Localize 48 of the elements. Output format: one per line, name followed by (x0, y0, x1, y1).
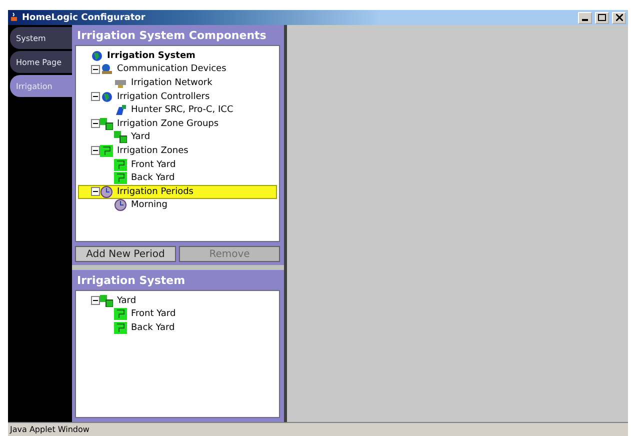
tree-item[interactable]: Irrigation System (78, 49, 277, 63)
zone-icon (114, 172, 127, 184)
tree-item[interactable]: Yard (78, 294, 277, 308)
coffee-cup-icon (10, 12, 19, 23)
tree-item[interactable]: Irrigation Controllers (78, 90, 277, 104)
tree-item[interactable]: Front Yard (78, 158, 277, 172)
globe-icon (100, 90, 113, 103)
maximize-button[interactable] (595, 12, 609, 24)
tree-item[interactable]: Front Yard (78, 308, 277, 322)
collapse-icon[interactable] (91, 146, 100, 156)
tree-item[interactable]: Back Yard (78, 321, 277, 335)
controller-icon (114, 104, 127, 116)
tree-item[interactable]: Back Yard (78, 171, 277, 185)
clock-icon (114, 199, 127, 212)
globe-icon (90, 50, 103, 62)
panel-title: Irrigation System (76, 272, 186, 288)
tree-item[interactable]: Hunter SRC, Pro-C, ICC (78, 103, 277, 117)
panel-title: Irrigation System Components (76, 28, 268, 44)
nav-tab[interactable]: Home Page (10, 51, 72, 73)
add-button[interactable]: Add New Period (75, 246, 176, 262)
collapse-icon[interactable] (91, 187, 100, 196)
minimize-button[interactable] (578, 12, 592, 24)
status-bar: Java Applet Window (8, 422, 628, 436)
tree-item[interactable]: Morning (78, 198, 277, 212)
zone-icon (114, 308, 127, 320)
zone-icon (100, 144, 113, 157)
zone-icon (114, 322, 127, 334)
zone-group-icon (114, 131, 127, 144)
collapse-icon[interactable] (91, 64, 100, 74)
maximize-icon (598, 14, 606, 21)
collapse-icon[interactable] (91, 296, 100, 306)
collapse-icon[interactable] (91, 119, 100, 128)
computer-icon (100, 63, 113, 76)
nav-tab[interactable]: System (10, 27, 72, 49)
tree-item[interactable]: Irrigation Periods (78, 184, 277, 199)
tree-item[interactable]: Irrigation Zone Groups (78, 116, 277, 131)
zone-group-icon (100, 118, 113, 130)
clock-icon (100, 186, 113, 198)
tree-item[interactable]: Yard (78, 130, 277, 144)
tree-item[interactable]: Irrigation Network (78, 76, 277, 90)
close-button[interactable] (612, 12, 626, 24)
close-icon (616, 14, 622, 21)
zone-group-icon (100, 294, 113, 307)
tree-item[interactable]: Irrigation Zones (78, 144, 277, 158)
tree-item[interactable]: Communication Devices (78, 62, 277, 76)
collapse-icon[interactable] (91, 92, 100, 102)
window-title: HomeLogic Configurator (22, 12, 146, 22)
zone-icon (114, 158, 127, 171)
